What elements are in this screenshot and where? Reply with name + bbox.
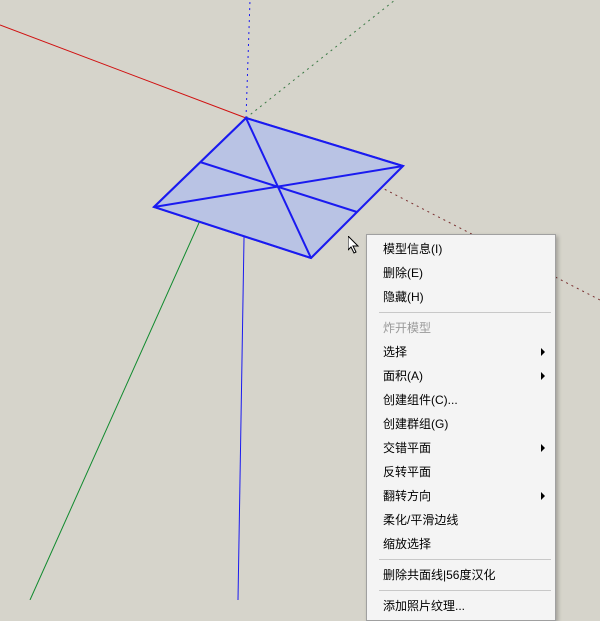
menu-item-1[interactable]: 删除(E) (369, 261, 553, 285)
menu-item-9[interactable]: 反转平面 (369, 460, 553, 484)
menu-separator (379, 559, 551, 560)
menu-separator (379, 590, 551, 591)
menu-item-label: 选择 (383, 345, 407, 359)
menu-separator (379, 312, 551, 313)
menu-item-label: 缩放选择 (383, 537, 431, 551)
menu-item-label: 添加照片纹理... (383, 599, 465, 613)
menu-item-13[interactable]: 删除共面线|56度汉化 (369, 563, 553, 587)
context-menu[interactable]: 模型信息(I) 删除(E) 隐藏(H) 炸开模型选择面积(A) 创建组件(C)... 创建… (366, 234, 556, 621)
submenu-arrow-icon (541, 348, 545, 356)
menu-item-label: 创建组件(C)... (383, 393, 458, 407)
menu-item-label: 交错平面 (383, 441, 431, 455)
menu-item-10[interactable]: 翻转方向 (369, 484, 553, 508)
menu-item-6[interactable]: 创建组件(C)... (369, 388, 553, 412)
menu-item-label: 面积(A) (383, 369, 423, 383)
menu-item-11[interactable]: 柔化/平滑边线 (369, 508, 553, 532)
menu-item-label: 隐藏(H) (383, 290, 424, 304)
menu-item-label: 删除(E) (383, 266, 423, 280)
menu-item-label: 创建群组(G) (383, 417, 448, 431)
menu-item-12[interactable]: 缩放选择 (369, 532, 553, 556)
axis-red (0, 25, 246, 118)
menu-item-7[interactable]: 创建群组(G) (369, 412, 553, 436)
axis-green-dash (246, 0, 395, 118)
menu-item-label: 翻转方向 (383, 489, 431, 503)
modeling-viewport[interactable]: 模型信息(I) 删除(E) 隐藏(H) 炸开模型选择面积(A) 创建组件(C)... 创建… (0, 0, 600, 600)
menu-item-5[interactable]: 面积(A) (369, 364, 553, 388)
menu-item-label: 柔化/平滑边线 (383, 513, 458, 527)
menu-item-3: 炸开模型 (369, 316, 553, 340)
submenu-arrow-icon (541, 444, 545, 452)
submenu-arrow-icon (541, 372, 545, 380)
axis-blue-up (246, 0, 250, 118)
submenu-arrow-icon (541, 492, 545, 500)
menu-item-4[interactable]: 选择 (369, 340, 553, 364)
menu-item-8[interactable]: 交错平面 (369, 436, 553, 460)
menu-item-14[interactable]: 添加照片纹理... (369, 594, 553, 618)
menu-item-label: 删除共面线|56度汉化 (383, 568, 495, 582)
menu-item-label: 炸开模型 (383, 321, 431, 335)
menu-item-2[interactable]: 隐藏(H) (369, 285, 553, 309)
menu-item-label: 模型信息(I) (383, 242, 442, 256)
menu-item-0[interactable]: 模型信息(I) (369, 237, 553, 261)
menu-item-label: 反转平面 (383, 465, 431, 479)
